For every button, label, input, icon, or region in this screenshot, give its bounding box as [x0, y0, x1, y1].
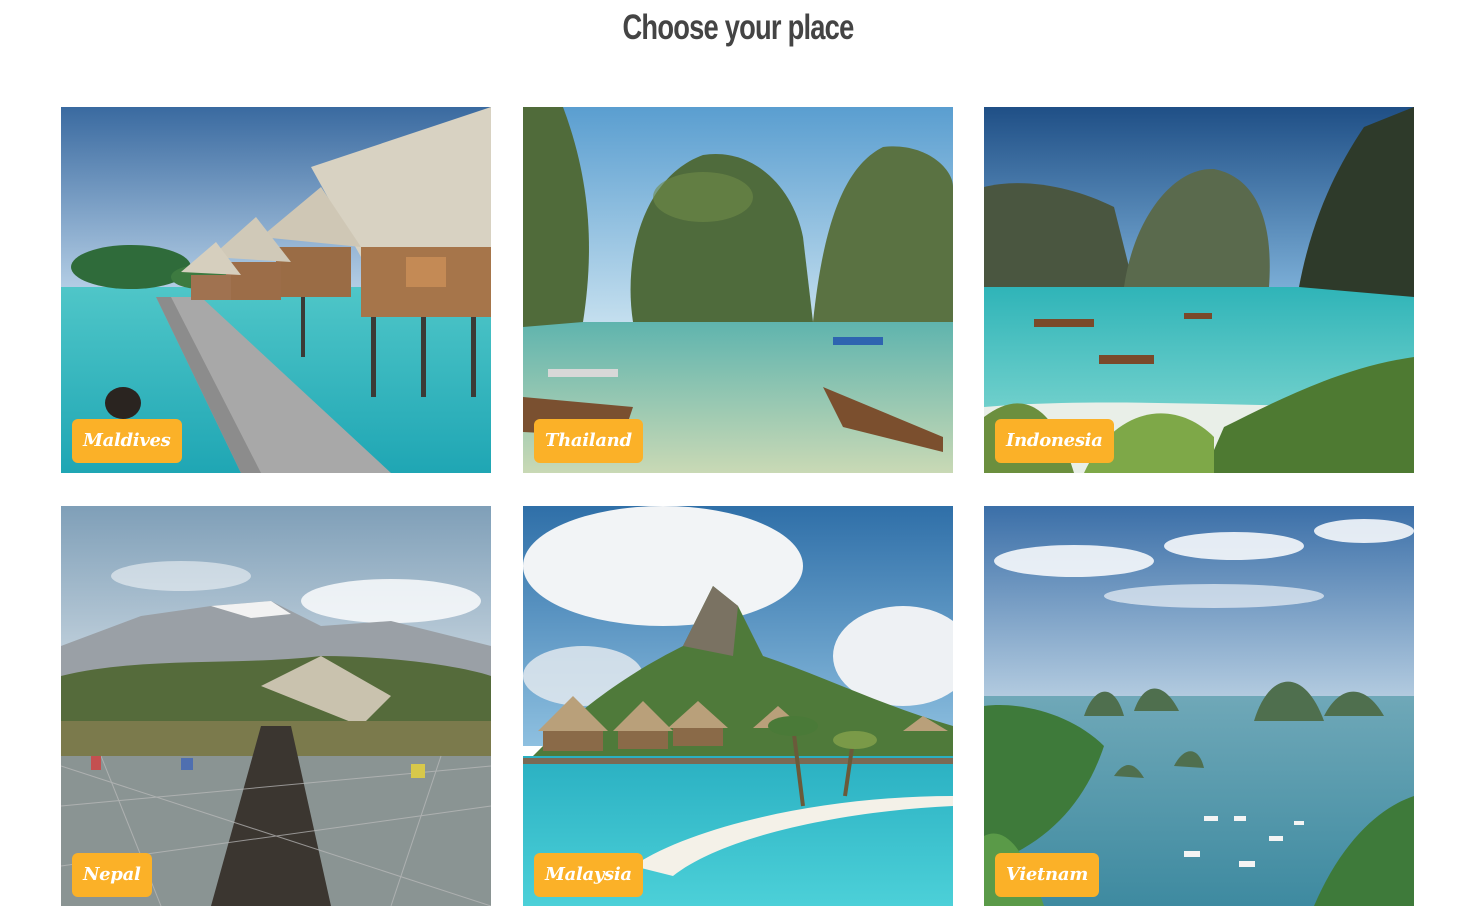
page-title: Choose your place: [622, 8, 854, 47]
place-label-malaysia: Malaysia: [534, 853, 643, 897]
place-card-vietnam[interactable]: Vietnam: [984, 506, 1414, 906]
place-label-nepal: Nepal: [72, 853, 152, 897]
nepal-photo: [61, 506, 491, 906]
destinations-page: Choose your place Maldives Thailand Indo…: [0, 0, 1476, 918]
malaysia-photo: [523, 506, 953, 906]
place-label-maldives: Maldives: [72, 419, 182, 463]
vietnam-photo: [984, 506, 1414, 906]
place-label-indonesia: Indonesia: [995, 419, 1114, 463]
place-card-malaysia[interactable]: Malaysia: [523, 506, 953, 906]
place-card-thailand[interactable]: Thailand: [523, 107, 953, 473]
place-label-vietnam: Vietnam: [995, 853, 1099, 897]
place-card-indonesia[interactable]: Indonesia: [984, 107, 1414, 473]
place-card-nepal[interactable]: Nepal: [61, 506, 491, 906]
place-label-thailand: Thailand: [534, 419, 643, 463]
place-card-maldives[interactable]: Maldives: [61, 107, 491, 473]
